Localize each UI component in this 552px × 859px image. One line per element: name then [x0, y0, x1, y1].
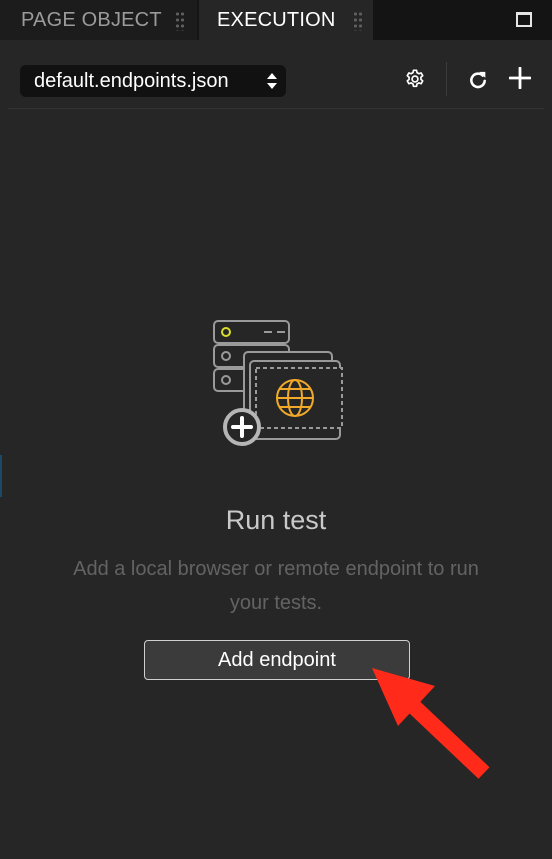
- tab-page-object[interactable]: PAGE OBJECT: [0, 0, 197, 40]
- endpoints-file-select[interactable]: default.endpoints.json: [20, 65, 286, 97]
- tab-page-object-label: PAGE OBJECT: [21, 8, 162, 31]
- up-down-arrows-icon: [267, 73, 277, 89]
- tab-execution-label: EXECUTION: [217, 8, 336, 31]
- endpoints-file-value: default.endpoints.json: [34, 69, 229, 92]
- toolbar-divider: [446, 62, 447, 96]
- panel-edge-indicator: [0, 455, 2, 497]
- drag-handle-icon[interactable]: [353, 11, 363, 31]
- add-endpoint-button[interactable]: Add endpoint: [144, 640, 410, 680]
- refresh-icon[interactable]: [467, 68, 489, 92]
- empty-state-title: Run test: [225, 505, 327, 535]
- gear-icon[interactable]: [404, 68, 426, 90]
- toolbar: default.endpoints.json: [0, 40, 552, 124]
- empty-state-description: Add a local browser or remote endpoint t…: [73, 558, 479, 614]
- tab-execution[interactable]: EXECUTION: [199, 0, 373, 40]
- toolbar-separator: [8, 108, 544, 109]
- plus-icon[interactable]: [509, 67, 531, 89]
- server-browser-globe-icon: [213, 320, 343, 446]
- maximize-icon[interactable]: [516, 12, 532, 27]
- drag-handle-icon[interactable]: [175, 11, 185, 31]
- tab-bar: PAGE OBJECT EXECUTION: [0, 0, 552, 40]
